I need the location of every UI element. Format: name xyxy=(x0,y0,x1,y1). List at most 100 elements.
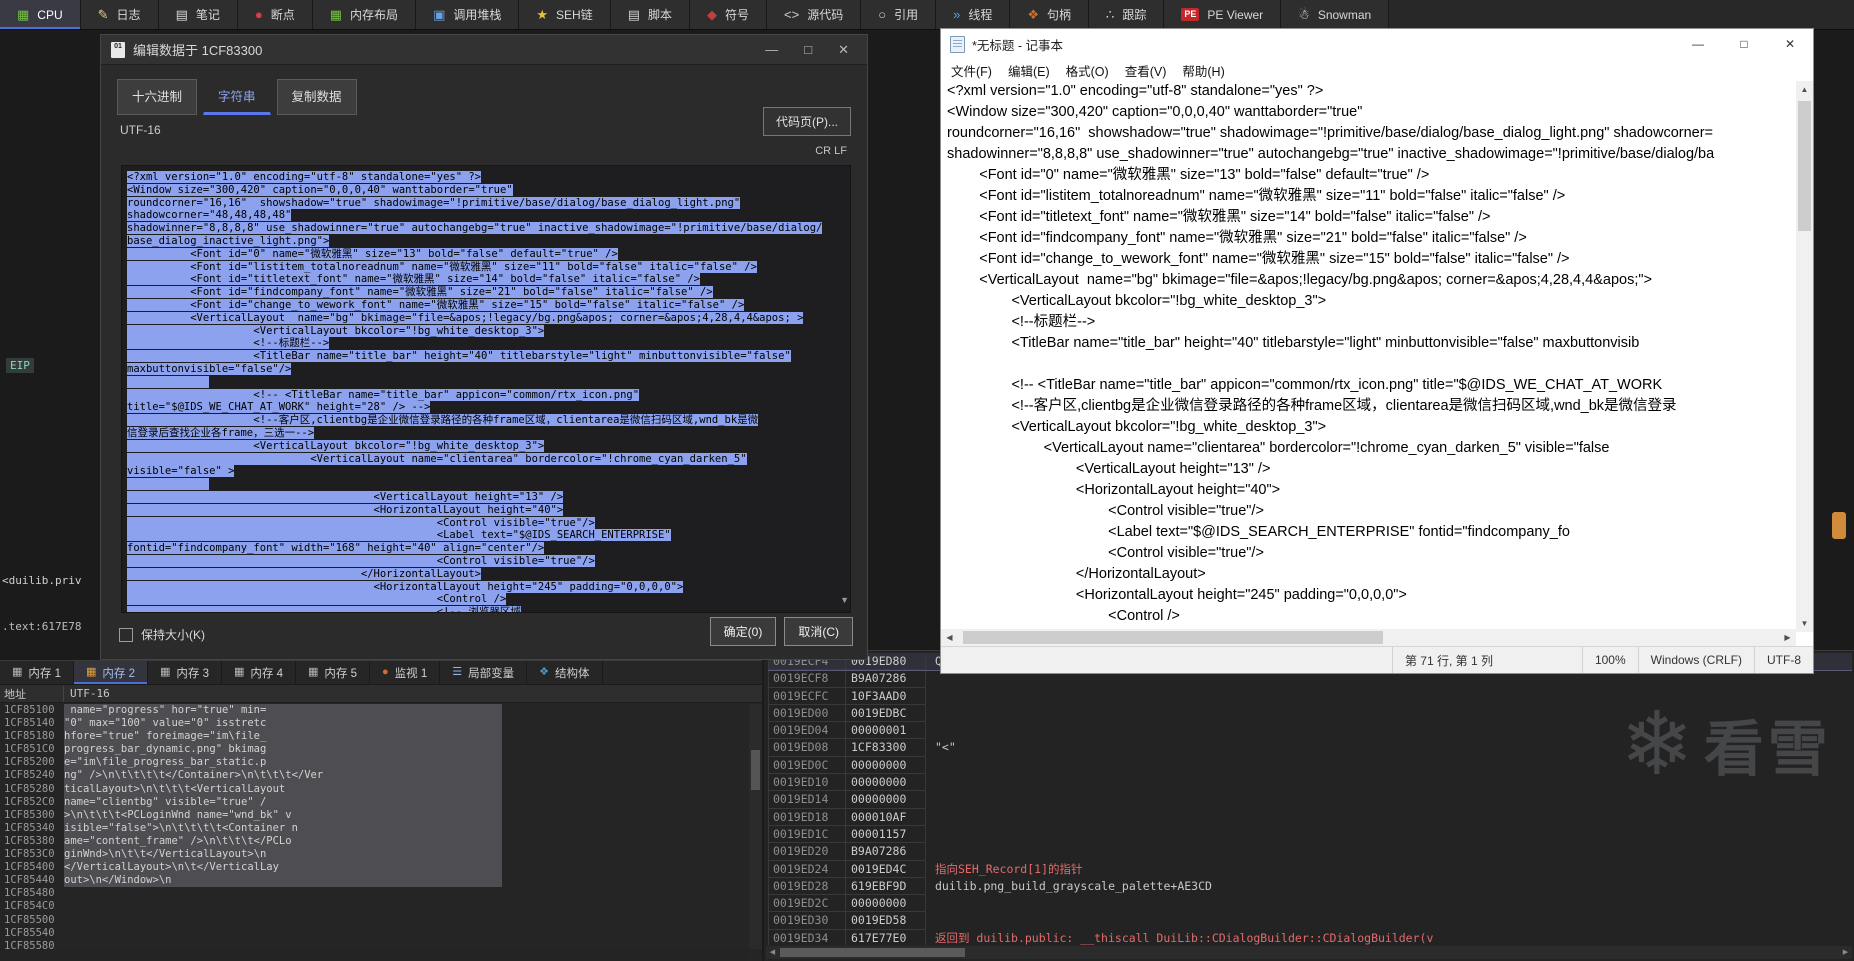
stack-row[interactable]: 0019ED30 0019ED58 xyxy=(768,912,1852,930)
dump-row[interactable]: 1CF85400 </VerticalLayout>\n\t</Vertical… xyxy=(0,861,748,875)
stack-row[interactable]: 0019ED18 000010AF xyxy=(768,808,1852,826)
notepad-titlebar[interactable]: *无标题 - 记事本 — □ ✕ xyxy=(941,29,1813,59)
minimize-icon[interactable]: — xyxy=(765,42,778,58)
dump-row[interactable]: 1CF85100 name="progress" hor="true" min= xyxy=(0,704,748,718)
dump-row[interactable]: 1CF85540 xyxy=(0,927,748,940)
toolbar-tab[interactable]: ★ SEH链 xyxy=(519,0,611,29)
stack-row[interactable]: 0019ED20 B9A07286 xyxy=(768,843,1852,861)
dump-horizontal-scrollbar[interactable] xyxy=(0,949,748,961)
dump-row[interactable]: 1CF85200 e="im\file_progress_bar_static.… xyxy=(0,756,748,770)
dump-row[interactable]: 1CF85140 "0" max="100" value="0" isstret… xyxy=(0,717,748,731)
close-icon[interactable]: ✕ xyxy=(1767,29,1813,59)
toolbar-tab[interactable]: ▦ 内存布局 xyxy=(312,0,417,29)
notepad-text-area[interactable]: <?xml version="1.0" encoding="utf-8" sta… xyxy=(942,81,1796,632)
dump-row[interactable]: 1CF85500 xyxy=(0,914,748,927)
toolbar-tab[interactable]: » 线程 xyxy=(936,0,1011,29)
stack-rows[interactable]: 0019ECF4 0019ED80 Q < 0019ECF8 B9A07286 … xyxy=(768,653,1852,945)
data-column-header[interactable]: UTF-16 xyxy=(64,687,110,700)
toolbar-tab[interactable]: ○ 引用 xyxy=(861,0,937,29)
stack-row[interactable]: 0019ED14 00000000 xyxy=(768,791,1852,809)
dialog-tab[interactable]: 十六进制 xyxy=(117,79,198,115)
dump-row[interactable]: 1CF85440 out>\n</Window>\n xyxy=(0,874,748,888)
stack-row[interactable]: 0019ED24 0019ED4C 指向SEH_Record[1]的指针 xyxy=(768,860,1852,878)
toolbar-tab[interactable]: ● 断点 xyxy=(237,0,313,29)
scroll-right-icon[interactable]: ▶ xyxy=(1839,946,1852,959)
scroll-right-icon[interactable]: ▶ xyxy=(1779,629,1796,646)
notepad-horizontal-scrollbar[interactable]: ◀ ▶ xyxy=(941,629,1796,646)
stack-row[interactable]: 0019ED34 617E77E0 返回到 duilib.public: __t… xyxy=(768,929,1852,945)
toolbar-tab[interactable]: <> 源代码 xyxy=(767,0,862,29)
dump-rows[interactable]: 1CF85100 name="progress" hor="true" min=… xyxy=(0,704,748,949)
vertical-scroll-thumb[interactable] xyxy=(751,750,760,790)
dump-tab[interactable]: ▦ 内存 5 xyxy=(296,661,370,684)
menu-item[interactable]: 查看(V) xyxy=(1117,61,1175,80)
address-column-header[interactable]: 地址 xyxy=(0,685,64,702)
scroll-left-icon[interactable]: ◀ xyxy=(766,946,779,959)
stack-row[interactable]: 0019ED10 00000000 xyxy=(768,774,1852,792)
keep-size-checkbox[interactable] xyxy=(119,627,133,642)
toolbar-tab[interactable]: ▦ CPU xyxy=(0,0,81,29)
dump-row[interactable]: 1CF851C0 progress_bar_dynamic.png" bkima… xyxy=(0,743,748,757)
dialog-tab[interactable]: 字符串 xyxy=(203,79,271,115)
dump-row[interactable]: 1CF85180 hfore="true" foreimage="im\file… xyxy=(0,730,748,744)
dump-row[interactable]: 1CF85340 isible="false">\n\t\t\t\t<Conta… xyxy=(0,821,748,835)
scrollbar-down-icon[interactable]: ▼ xyxy=(840,595,849,605)
vertical-scroll-thumb[interactable] xyxy=(1798,101,1811,231)
stack-horizontal-scrollbar[interactable]: ◀ ▶ xyxy=(766,946,1852,959)
dump-tab[interactable]: ▦ 内存 4 xyxy=(222,661,296,684)
dialog-tab[interactable]: 复制数据 xyxy=(276,79,357,115)
stack-row[interactable]: 0019ED28 619EBF9D duilib.png_build_grays… xyxy=(768,877,1852,896)
codepage-button[interactable]: 代码页(P)... xyxy=(763,107,851,136)
dump-tab[interactable]: ● 监视 1 xyxy=(370,661,441,684)
maximize-icon[interactable]: □ xyxy=(804,42,812,58)
toolbar-tab[interactable]: ∴ 跟踪 xyxy=(1089,0,1165,29)
dump-row[interactable]: 1CF85280 ticalLayout>\n\t\t\t<VerticalLa… xyxy=(0,782,748,796)
toolbar-tab[interactable]: ▣ 调用堆栈 xyxy=(416,0,520,29)
edit-data-dialog-titlebar[interactable]: 01 编辑数据于 1CF83300 — □ ✕ xyxy=(101,35,867,65)
dump-row[interactable]: 1CF85240 ng" />\n\t\t\t\t</Container>\n\… xyxy=(0,769,748,783)
toolbar-tab[interactable]: PE PE Viewer xyxy=(1164,0,1282,29)
dump-tab[interactable]: ▦ 内存 1 xyxy=(0,661,74,684)
scroll-down-icon[interactable]: ▼ xyxy=(1796,615,1813,632)
stack-row[interactable]: 0019ED08 1CF83300 "<" xyxy=(768,739,1852,757)
menu-item[interactable]: 编辑(E) xyxy=(1000,61,1058,80)
toolbar-tab[interactable]: ▤ 笔记 xyxy=(158,0,238,29)
horizontal-scroll-thumb[interactable] xyxy=(780,948,965,957)
toolbar-tab[interactable]: ▤ 脚本 xyxy=(610,0,691,29)
ok-button[interactable]: 确定(0) xyxy=(709,617,777,646)
toolbar-tab[interactable]: ◆ 符号 xyxy=(690,0,768,29)
toolbar-tab[interactable]: ✎ 日志 xyxy=(80,0,159,29)
menu-item[interactable]: 文件(F) xyxy=(943,61,1000,80)
menu-item[interactable]: 帮助(H) xyxy=(1174,61,1232,80)
string-edit-textarea[interactable]: <?xml version="1.0" encoding="utf-8" sta… xyxy=(121,165,851,613)
minimize-icon[interactable]: — xyxy=(1675,29,1721,59)
scroll-left-icon[interactable]: ◀ xyxy=(941,629,958,646)
keep-size-option[interactable]: 保持大小(K) xyxy=(119,626,205,643)
dump-row[interactable]: 1CF85480 xyxy=(0,887,748,900)
stack-row[interactable]: 0019ED1C 00001157 xyxy=(768,825,1852,844)
dump-row[interactable]: 1CF852C0 name="clientbg" visible="true" … xyxy=(0,795,748,809)
dump-row[interactable]: 1CF854C0 xyxy=(0,900,748,913)
dump-tab[interactable]: ❖ 结构体 xyxy=(527,661,603,684)
toolbar-tab[interactable]: ❖ 句柄 xyxy=(1010,0,1090,29)
dump-row[interactable]: 1CF85380 ame="content_frame" />\n\t\t\t<… xyxy=(0,834,748,849)
dump-tab[interactable]: ☰ 局部变量 xyxy=(440,661,528,684)
toolbar-tab[interactable]: ☃ Snowman xyxy=(1281,0,1390,29)
dump-tab[interactable]: ▦ 内存 2 xyxy=(74,661,148,684)
stack-row[interactable]: 0019ED00 0019EDBC xyxy=(768,704,1852,723)
menu-item[interactable]: 格式(O) xyxy=(1058,61,1117,80)
dump-row[interactable]: 1CF85300 >\n\t\t\t<PCLoginWnd name="wnd_… xyxy=(0,808,748,822)
close-icon[interactable]: ✕ xyxy=(838,42,849,58)
stack-row[interactable]: 0019ED04 00000001 xyxy=(768,722,1852,740)
notepad-vertical-scrollbar[interactable]: ▲ ▼ xyxy=(1796,81,1813,632)
maximize-icon[interactable]: □ xyxy=(1721,29,1767,59)
cancel-button[interactable]: 取消(C) xyxy=(784,617,853,646)
dump-row[interactable]: 1CF85580 xyxy=(0,940,748,949)
stack-row[interactable]: 0019ED2C 00000000 xyxy=(768,895,1852,913)
dump-row[interactable]: 1CF853C0 ginWnd>\n\t\t</VerticalLayout>\… xyxy=(0,848,748,862)
horizontal-scroll-thumb[interactable] xyxy=(963,631,1383,644)
dump-tab[interactable]: ▦ 内存 3 xyxy=(148,661,222,684)
dump-vertical-scrollbar[interactable] xyxy=(749,704,762,949)
stack-row[interactable]: 0019ED0C 00000000 xyxy=(768,756,1852,775)
stack-row[interactable]: 0019ECFC 10F3AAD0 xyxy=(768,687,1852,705)
